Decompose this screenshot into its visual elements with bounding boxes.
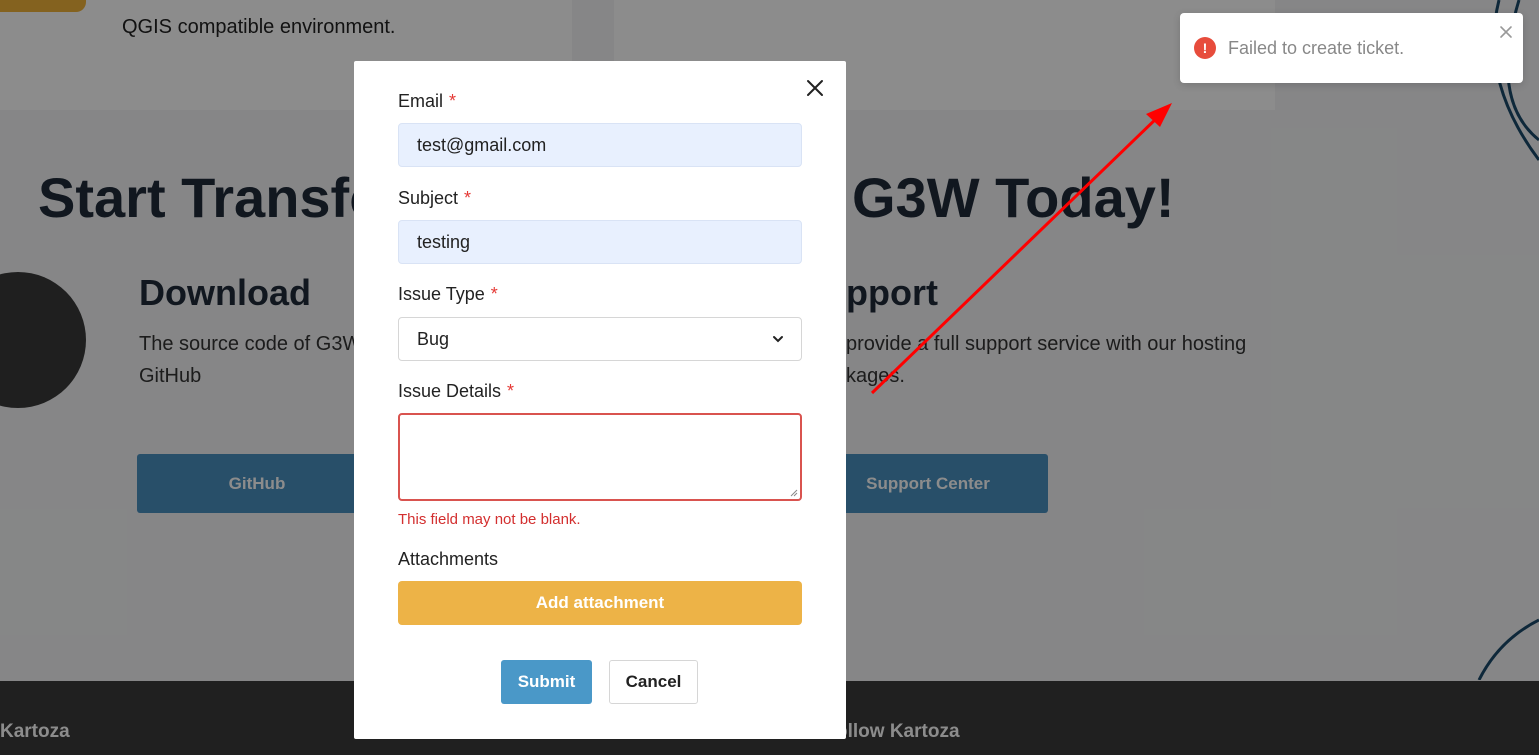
submit-button[interactable]: Submit <box>501 660 592 704</box>
error-icon: ! <box>1194 37 1216 59</box>
chevron-down-icon <box>773 336 783 343</box>
resize-handle-icon[interactable] <box>790 489 798 497</box>
toast-message: Failed to create ticket. <box>1228 38 1405 58</box>
close-icon[interactable] <box>804 77 826 99</box>
email-field[interactable]: test@gmail.com <box>398 123 802 167</box>
add-attachment-button[interactable]: Add attachment <box>398 581 802 625</box>
attachments-label: Attachments <box>398 549 499 569</box>
subject-label: Subject * <box>398 188 472 208</box>
issue-type-select[interactable]: Bug <box>398 317 802 361</box>
issue-type-label: Issue Type * <box>398 284 498 304</box>
issue-details-error: This field may not be blank. <box>398 511 581 528</box>
subject-field[interactable]: testing <box>398 220 802 264</box>
issue-details-label: Issue Details * <box>398 381 515 401</box>
email-label: Email * <box>398 91 457 111</box>
cancel-button[interactable]: Cancel <box>609 660 698 704</box>
create-ticket-modal: Email * test@gmail.com Subject * testing I… <box>354 61 846 739</box>
issue-details-textarea[interactable] <box>398 413 802 501</box>
toast-close-icon[interactable] <box>1499 25 1513 39</box>
issue-type-value: Bug <box>417 328 450 349</box>
error-toast: ! Failed to create ticket. <box>1180 13 1523 83</box>
